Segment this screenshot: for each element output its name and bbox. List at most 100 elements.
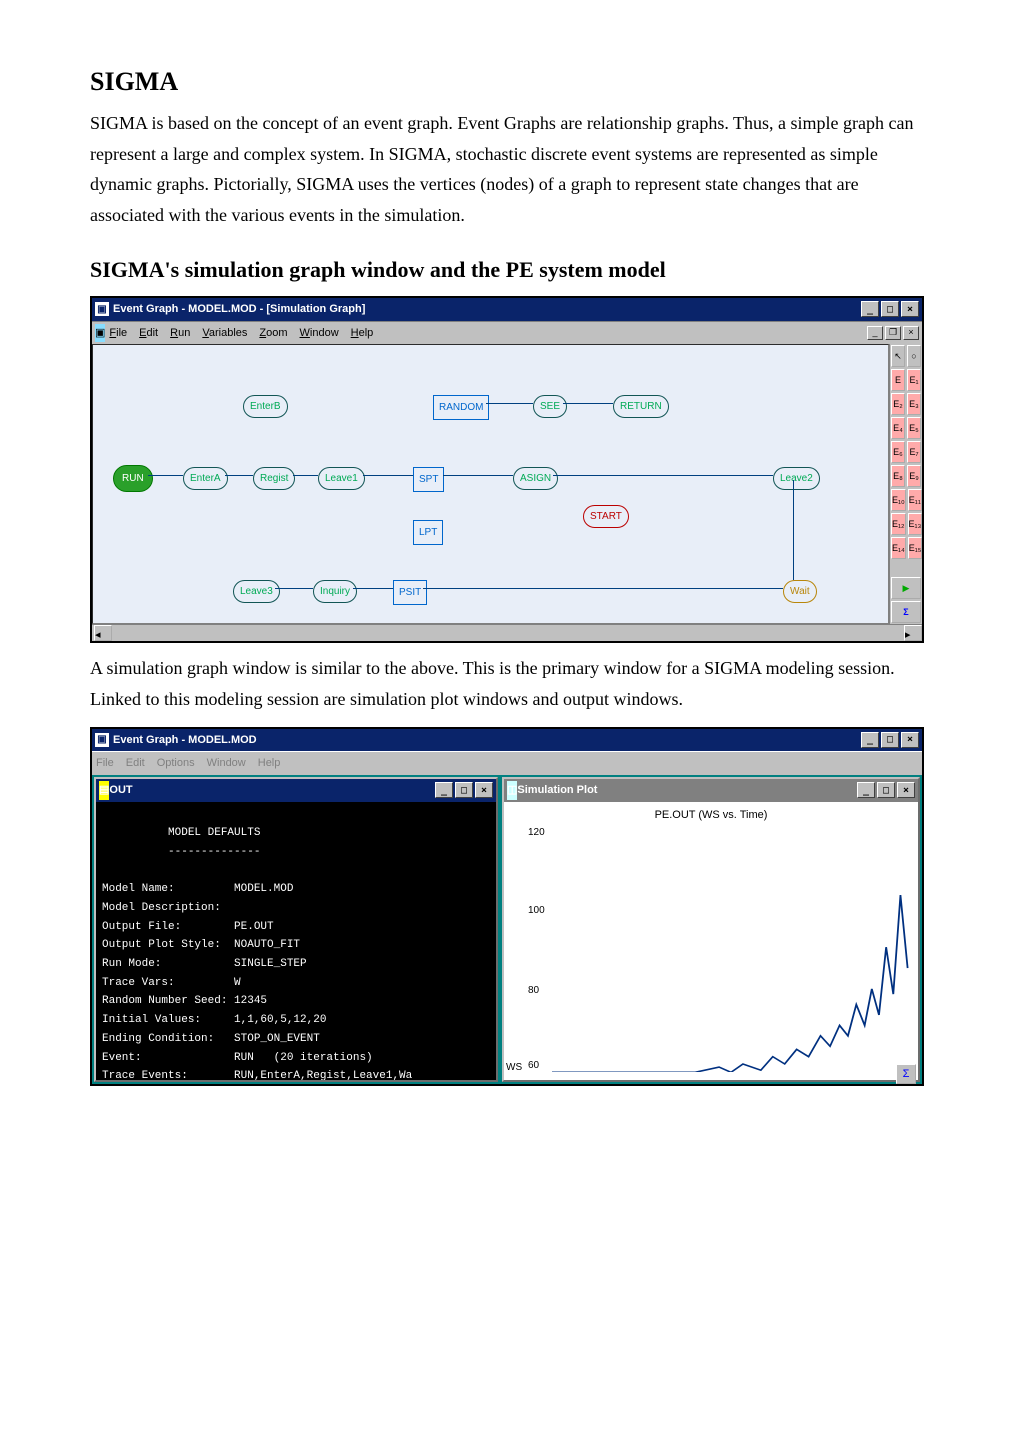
tool-pointer-icon[interactable]: ↖	[891, 345, 905, 367]
menu-help[interactable]: Help	[351, 324, 374, 343]
tool-e4[interactable]: E₄	[891, 417, 905, 439]
menu2-file[interactable]: File	[96, 754, 114, 773]
tool-e11[interactable]: E₁₁	[908, 489, 922, 511]
node-leave1[interactable]: Leave1	[318, 467, 365, 490]
mdi-menubar-row: ▣ File Edit Run Variables Zoom Window He…	[92, 321, 922, 345]
plot-minimize-button[interactable]: _	[857, 782, 875, 798]
node-wait[interactable]: Wait	[783, 580, 817, 603]
tool-e10[interactable]: E₁₀	[891, 489, 906, 511]
plot-area	[552, 822, 910, 1072]
node-inquiry[interactable]: Inquiry	[313, 580, 357, 603]
menu-run[interactable]: Run	[170, 324, 190, 343]
out-subwindow: ▤ OUT _ □ × MODEL DEFAULTS -------------…	[94, 777, 498, 1082]
node-asign[interactable]: ASIGN	[513, 467, 558, 490]
ytick-60: 60	[528, 1057, 539, 1074]
app-icon: ▣	[95, 302, 109, 316]
titlebar[interactable]: ▣ Event Graph - MODEL.MOD - [Simulation …	[92, 298, 922, 321]
scroll-left-button[interactable]: ◂	[94, 625, 112, 641]
node-spt[interactable]: SPT	[413, 467, 444, 492]
tool-e1[interactable]: E₁	[907, 369, 921, 391]
tool-e12[interactable]: E₁₂	[891, 513, 906, 535]
mdi-minimize-button[interactable]: _	[867, 326, 883, 340]
node-entera[interactable]: EnterA	[183, 467, 228, 490]
sigma-output-window: ▣ Event Graph - MODEL.MOD _ □ × File Edi…	[90, 727, 924, 1086]
out-minimize-button[interactable]: _	[435, 782, 453, 798]
plot-titlebar[interactable]: ◫ Simulation Plot _ □ ×	[504, 779, 918, 802]
tool-node-icon[interactable]: ○	[907, 345, 921, 367]
out-titlebar[interactable]: ▤ OUT _ □ ×	[96, 779, 496, 802]
menu-file[interactable]: File	[109, 324, 127, 343]
mdi-close-button[interactable]: ×	[903, 326, 919, 340]
tool-sigma-icon[interactable]: Σ	[891, 601, 921, 623]
plot-close-button[interactable]: ×	[897, 782, 915, 798]
node-psit[interactable]: PSIT	[393, 580, 427, 605]
tool-e8[interactable]: E₈	[891, 465, 905, 487]
out-maximize-button[interactable]: □	[455, 782, 473, 798]
plot-icon: ◫	[507, 781, 517, 800]
node-leave3[interactable]: Leave3	[233, 580, 280, 603]
menubar: File Edit Run Variables Zoom Window Help	[105, 324, 377, 343]
app-icon-2: ▣	[95, 733, 109, 747]
heading-graph-window: SIGMA's simulation graph window and the …	[90, 251, 930, 288]
tool-e14[interactable]: E₁₄	[891, 537, 906, 559]
ytick-100: 100	[528, 902, 545, 919]
menu2-help[interactable]: Help	[258, 754, 281, 773]
node-see[interactable]: SEE	[533, 395, 567, 418]
sigma-graph-window: ▣ Event Graph - MODEL.MOD - [Simulation …	[90, 296, 924, 643]
tool-play-icon[interactable]: ▶	[891, 577, 921, 599]
tool-e9[interactable]: E₉	[907, 465, 921, 487]
bottom-sigma-icon[interactable]: Σ	[896, 1064, 916, 1084]
node-leave2[interactable]: Leave2	[773, 467, 820, 490]
maximize-button[interactable]: □	[881, 301, 899, 317]
tool-e13[interactable]: E₁₃	[908, 513, 923, 535]
tool-e3[interactable]: E₃	[907, 393, 921, 415]
graph-canvas[interactable]: RUN EnterA Regist Leave1 SPT ASIGN Leave…	[92, 344, 889, 624]
node-enterb[interactable]: EnterB	[243, 395, 288, 418]
para-intro: SIGMA is based on the concept of an even…	[90, 108, 930, 230]
out-icon: ▤	[99, 781, 109, 800]
window-title: Event Graph - MODEL.MOD - [Simulation Gr…	[113, 300, 365, 319]
out-close-button[interactable]: ×	[475, 782, 493, 798]
scroll-right-button[interactable]: ▸	[904, 625, 922, 641]
titlebar-2[interactable]: ▣ Event Graph - MODEL.MOD _ □ ×	[92, 729, 922, 752]
plot-line-svg	[552, 822, 910, 1072]
menu2-edit[interactable]: Edit	[126, 754, 145, 773]
plot-ylabel: WS	[506, 1059, 522, 1076]
out-text-area[interactable]: MODEL DEFAULTS -------------- Model Name…	[96, 802, 496, 1080]
menu-window[interactable]: Window	[300, 324, 339, 343]
minimize-button[interactable]: _	[861, 301, 879, 317]
node-run[interactable]: RUN	[113, 465, 153, 492]
mdi-restore-button[interactable]: ❐	[885, 326, 901, 340]
tool-palette: ↖ ○ EE₁ E₂E₃ E₄E₅ E₆E₇ E₈E₉ E₁₀E₁₁ E₁₂E₁…	[889, 344, 922, 624]
node-regist[interactable]: Regist	[253, 467, 295, 490]
node-random[interactable]: RANDOM	[433, 395, 489, 420]
node-lpt[interactable]: LPT	[413, 520, 443, 545]
node-start[interactable]: START	[583, 505, 629, 528]
tool-e[interactable]: E	[891, 369, 905, 391]
menu2-window[interactable]: Window	[207, 754, 246, 773]
ytick-120: 120	[528, 824, 545, 841]
maximize-button-2[interactable]: □	[881, 732, 899, 748]
close-button[interactable]: ×	[901, 301, 919, 317]
close-button-2[interactable]: ×	[901, 732, 919, 748]
tool-e6[interactable]: E₆	[891, 441, 905, 463]
plot-canvas[interactable]: PE.OUT (WS vs. Time) 120 100 80 60 WS	[504, 802, 918, 1080]
menu-zoom[interactable]: Zoom	[259, 324, 287, 343]
plot-subwindow: ◫ Simulation Plot _ □ × PE.OUT (WS vs. T…	[502, 777, 920, 1082]
out-title-text: OUT	[109, 781, 132, 800]
horizontal-scrollbar[interactable]: ◂ ▸	[92, 624, 922, 641]
plot-window-title: Simulation Plot	[517, 781, 597, 800]
node-return[interactable]: RETURN	[613, 395, 669, 418]
plot-maximize-button[interactable]: □	[877, 782, 895, 798]
menu-edit[interactable]: Edit	[139, 324, 158, 343]
ytick-80: 80	[528, 982, 539, 999]
tool-e2[interactable]: E₂	[891, 393, 905, 415]
para-after-graph: A simulation graph window is similar to …	[90, 653, 930, 714]
tool-e5[interactable]: E₅	[907, 417, 921, 439]
menu2-options[interactable]: Options	[157, 754, 195, 773]
tool-e7[interactable]: E₇	[907, 441, 921, 463]
minimize-button-2[interactable]: _	[861, 732, 879, 748]
menu-variables[interactable]: Variables	[202, 324, 247, 343]
tool-e15[interactable]: E₁₅	[908, 537, 923, 559]
plot-polyline	[552, 895, 908, 1072]
